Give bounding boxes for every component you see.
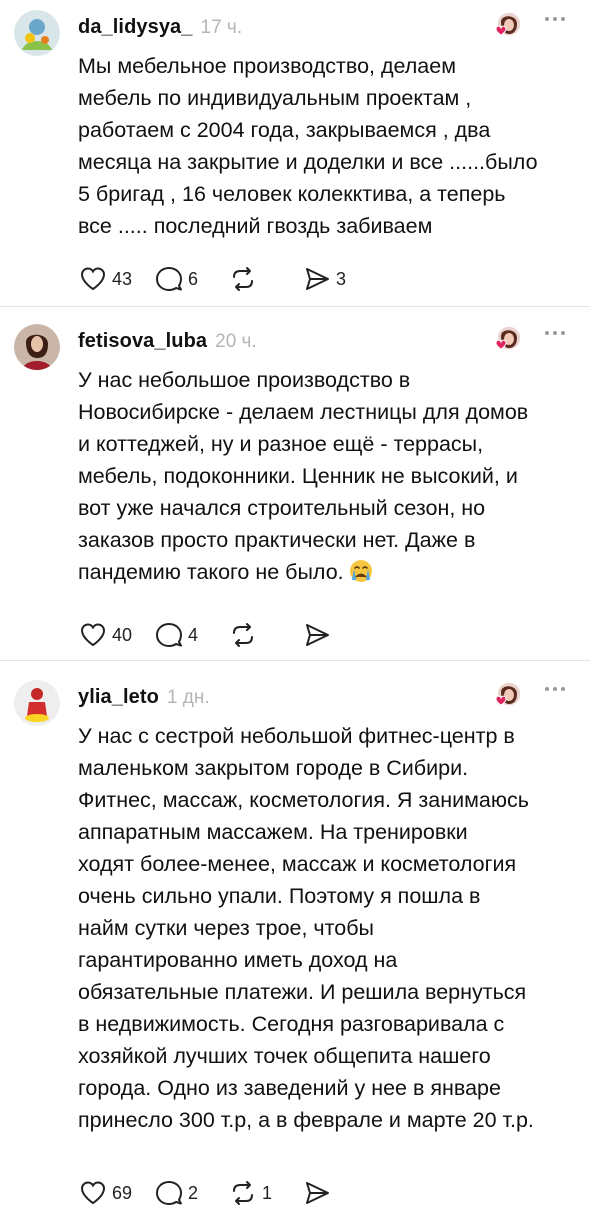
text-line: города. Одно из заведений у нее в январе — [78, 1076, 501, 1100]
divider — [0, 660, 590, 661]
text-line: заказов просто практически нет. Даже в — [78, 528, 476, 552]
share-button[interactable]: 3 — [302, 264, 354, 294]
share-button[interactable] — [302, 620, 354, 650]
heart-icon — [80, 1181, 106, 1205]
text-line: ходят более-менее, массаж и косметология — [78, 852, 517, 876]
share-icon — [306, 624, 330, 646]
post-header: fetisova_luba 20 ч. — [78, 330, 257, 353]
text-line: месяца на закрытие и доделки и все .....… — [78, 150, 538, 174]
repost-icon — [233, 1181, 254, 1205]
text-line: обязательные платежи. И решила вернуться — [78, 980, 527, 1004]
more-options-icon — [545, 687, 565, 691]
repost-count: 1 — [262, 1182, 273, 1203]
like-count: 43 — [112, 268, 133, 289]
share-icon — [306, 1182, 330, 1204]
like-count: 40 — [112, 624, 133, 645]
more-options-button[interactable] — [542, 682, 568, 696]
reaction-avatar-icon — [495, 11, 522, 37]
divider — [0, 306, 590, 307]
text-line: и коттеджей, ну и разное ещё - террасы, — [78, 432, 484, 456]
like-count: 69 — [112, 1182, 133, 1203]
comment-count: 6 — [188, 268, 199, 289]
reaction-avatar[interactable] — [492, 324, 522, 354]
post-text: У нас небольшое производство в Новосибир… — [78, 364, 578, 588]
text-line: принесло 300 т.р, а в феврале и марте 20… — [78, 1108, 534, 1132]
text-line: хозяйкой лучших точек общепита нашего — [78, 1044, 491, 1068]
comment-icon — [156, 623, 183, 647]
share-icon — [306, 268, 330, 290]
share-count: 3 — [336, 268, 347, 289]
like-button[interactable]: 69 — [78, 1178, 132, 1208]
text-line: У нас небольшое производство в — [78, 368, 411, 392]
text-line: очень сильно упали. Поэтому я пошла в — [78, 884, 481, 908]
text-line: найм сутки через трое, чтобы — [78, 916, 374, 940]
username[interactable]: da_lidysya_ — [78, 16, 193, 39]
text-line: Новосибирске - делаем лестницы для домов — [78, 400, 529, 424]
more-options-button[interactable] — [542, 12, 568, 26]
text-line: все ..... последний гвоздь забиваем — [78, 214, 433, 238]
user-avatar-icon — [14, 680, 60, 726]
reaction-avatar-icon — [495, 325, 522, 351]
timestamp: 1 дн. — [166, 687, 210, 708]
user-avatar-icon — [14, 324, 60, 370]
text-line: мебель, подоконники. Ценник не высокий, … — [78, 464, 518, 488]
reaction-avatar[interactable] — [492, 10, 522, 40]
action-bar: 69 2 1 — [78, 1176, 376, 1210]
reaction-avatar-icon — [495, 681, 522, 707]
text-line: 5 бригад , 16 человек колекктива, а тепе… — [78, 182, 506, 206]
repost-button[interactable] — [228, 620, 280, 650]
text-line: в недвижимость. Сегодня разговаривала с — [78, 1012, 505, 1036]
text-line: У нас с сестрой небольшой фитнес-центр в — [78, 724, 515, 748]
comment-icon — [156, 1181, 183, 1205]
repost-button[interactable] — [228, 264, 280, 294]
user-avatar-icon — [14, 10, 60, 56]
more-options-icon — [545, 17, 565, 21]
text-line: мебель по индивидуальным проектам , — [78, 86, 472, 110]
text-line-last: пандемию такого не было. — [78, 556, 578, 588]
text-line: работаем с 2004 года, закрываемся , два — [78, 118, 491, 142]
text-line: Мы мебельное производство, делаем — [78, 54, 457, 78]
text-line: вот уже начался строительный сезон, но — [78, 496, 486, 520]
comment-button[interactable]: 2 — [154, 1178, 206, 1208]
text-line: пандемию такого не было. — [78, 560, 344, 584]
crying-face-icon — [348, 558, 374, 584]
text-line: маленьком закрытом городе в Сибири. — [78, 756, 469, 780]
like-button[interactable]: 40 — [78, 620, 132, 650]
share-button[interactable] — [302, 1178, 354, 1208]
comment-button[interactable]: 4 — [154, 620, 206, 650]
action-bar: 40 4 — [78, 618, 376, 652]
repost-button[interactable]: 1 — [228, 1178, 280, 1208]
comment-count: 4 — [188, 624, 199, 645]
post-header: da_lidysya_ 17 ч. — [78, 16, 242, 39]
repost-icon — [233, 267, 254, 291]
reaction-avatar[interactable] — [492, 680, 522, 710]
like-button[interactable]: 43 — [78, 264, 132, 294]
avatar[interactable] — [14, 680, 60, 726]
username[interactable]: fetisova_luba — [78, 330, 207, 353]
more-options-icon — [545, 331, 565, 335]
heart-icon — [80, 623, 106, 647]
avatar[interactable] — [14, 10, 60, 56]
post-text: Мы мебельное производство, делаем мебель… — [78, 50, 578, 242]
text-line: аппаратным массажем. На тренировки — [78, 820, 468, 844]
username[interactable]: ylia_leto — [78, 686, 159, 709]
timestamp: 17 ч. — [200, 17, 243, 38]
text-line: гарантированно иметь доход на — [78, 948, 398, 972]
comment-icon — [156, 267, 183, 291]
timestamp: 20 ч. — [215, 331, 257, 352]
avatar[interactable] — [14, 324, 60, 370]
text-line: Фитнес, массаж, косметология. Я занимаюс… — [78, 788, 529, 812]
comment-feed: da_lidysya_ 17 ч. Мы мебельное производс… — [0, 0, 590, 1218]
comment-button[interactable]: 6 — [154, 264, 206, 294]
post-text: У нас с сестрой небольшой фитнес-центр в… — [78, 720, 578, 1136]
comment-count: 2 — [188, 1182, 199, 1203]
heart-icon — [80, 267, 106, 291]
more-options-button[interactable] — [542, 326, 568, 340]
post-header: ylia_leto 1 дн. — [78, 686, 210, 709]
repost-icon — [233, 623, 254, 647]
action-bar: 43 6 3 — [78, 262, 376, 296]
